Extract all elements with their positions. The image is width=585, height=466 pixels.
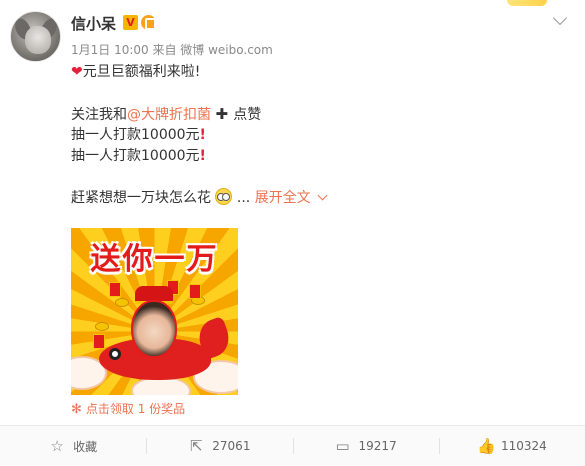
favorite-label: 收藏 (73, 439, 98, 454)
post-line-5-text: 赶紧想想一万块怎么花 (71, 190, 211, 206)
user-name[interactable]: 信小呆 (71, 13, 116, 34)
exclamation-icon: ! (199, 148, 206, 164)
expand-full-text-link[interactable]: 展开全文 (255, 190, 311, 206)
comment-button[interactable]: ▭ 19217 (292, 426, 439, 466)
avatar[interactable] (10, 11, 61, 62)
member-level-icon (141, 15, 156, 30)
mention-link[interactable]: @大牌折扣菌 (127, 107, 211, 123)
post-line-3: 抽一人打款10000元! (71, 125, 551, 146)
repost-icon: ⇱ (189, 437, 203, 455)
post-text: ❤元旦巨额福利来啦! 关注我和@大牌折扣菌 ✚ 点赞 抽一人打款10000元! … (71, 62, 551, 209)
comment-count: 19217 (358, 439, 397, 453)
post-line-2-prefix: 关注我和 (71, 107, 127, 123)
post-line-2: 关注我和@大牌折扣菌 ✚ 点赞 (71, 104, 551, 125)
action-bar: ☆ 收藏 ⇱ 27061 ▭ 19217 👍 110324 (0, 426, 585, 466)
post-meta[interactable]: 1月1日 10:00 来自 微博 weibo.com (71, 41, 273, 58)
star-icon: ☆ (50, 437, 64, 455)
post-line-3-text: 抽一人打款10000元 (71, 127, 200, 143)
chevron-down-icon[interactable] (552, 10, 568, 26)
lottery-label[interactable]: 点击领取 1 份奖品 (86, 402, 185, 416)
post-line-5: 赶紧想想一万块怎么花 ... 展开全文 (71, 188, 551, 209)
chevron-down-icon[interactable] (317, 190, 328, 201)
emoji-icon (215, 188, 233, 205)
like-icon: 👍 (476, 437, 496, 455)
post-image[interactable]: 送你一万 (71, 228, 238, 395)
ellipsis: ... (236, 190, 251, 206)
comment-icon: ▭ (335, 437, 350, 455)
post-line-4-text: 抽一人打款10000元 (71, 148, 200, 164)
repost-count: 27061 (212, 439, 251, 453)
like-button[interactable]: 👍 110324 (438, 426, 585, 466)
post-line-1-text: 元旦巨额福利来啦! (82, 64, 201, 80)
lottery-link[interactable]: ✻ 点击领取 1 份奖品 (71, 400, 185, 417)
lottery-icon: ✻ (71, 402, 82, 417)
heart-icon: ❤ (71, 64, 83, 80)
exclamation-icon: ! (199, 127, 206, 143)
repost-button[interactable]: ⇱ 27061 (146, 426, 292, 466)
plus-icon: ✚ (215, 105, 234, 123)
favorite-button[interactable]: ☆ 收藏 (0, 426, 146, 466)
post-line-4: 抽一人打款10000元! (71, 146, 551, 167)
post-line-2-suffix: 点赞 (233, 107, 262, 123)
poster-title: 送你一万 (90, 242, 219, 277)
like-count: 110324 (500, 439, 547, 453)
top-decoration (507, 0, 547, 6)
post-line-1: ❤元旦巨额福利来啦! (71, 62, 551, 83)
verified-badge-icon: V (123, 15, 138, 30)
